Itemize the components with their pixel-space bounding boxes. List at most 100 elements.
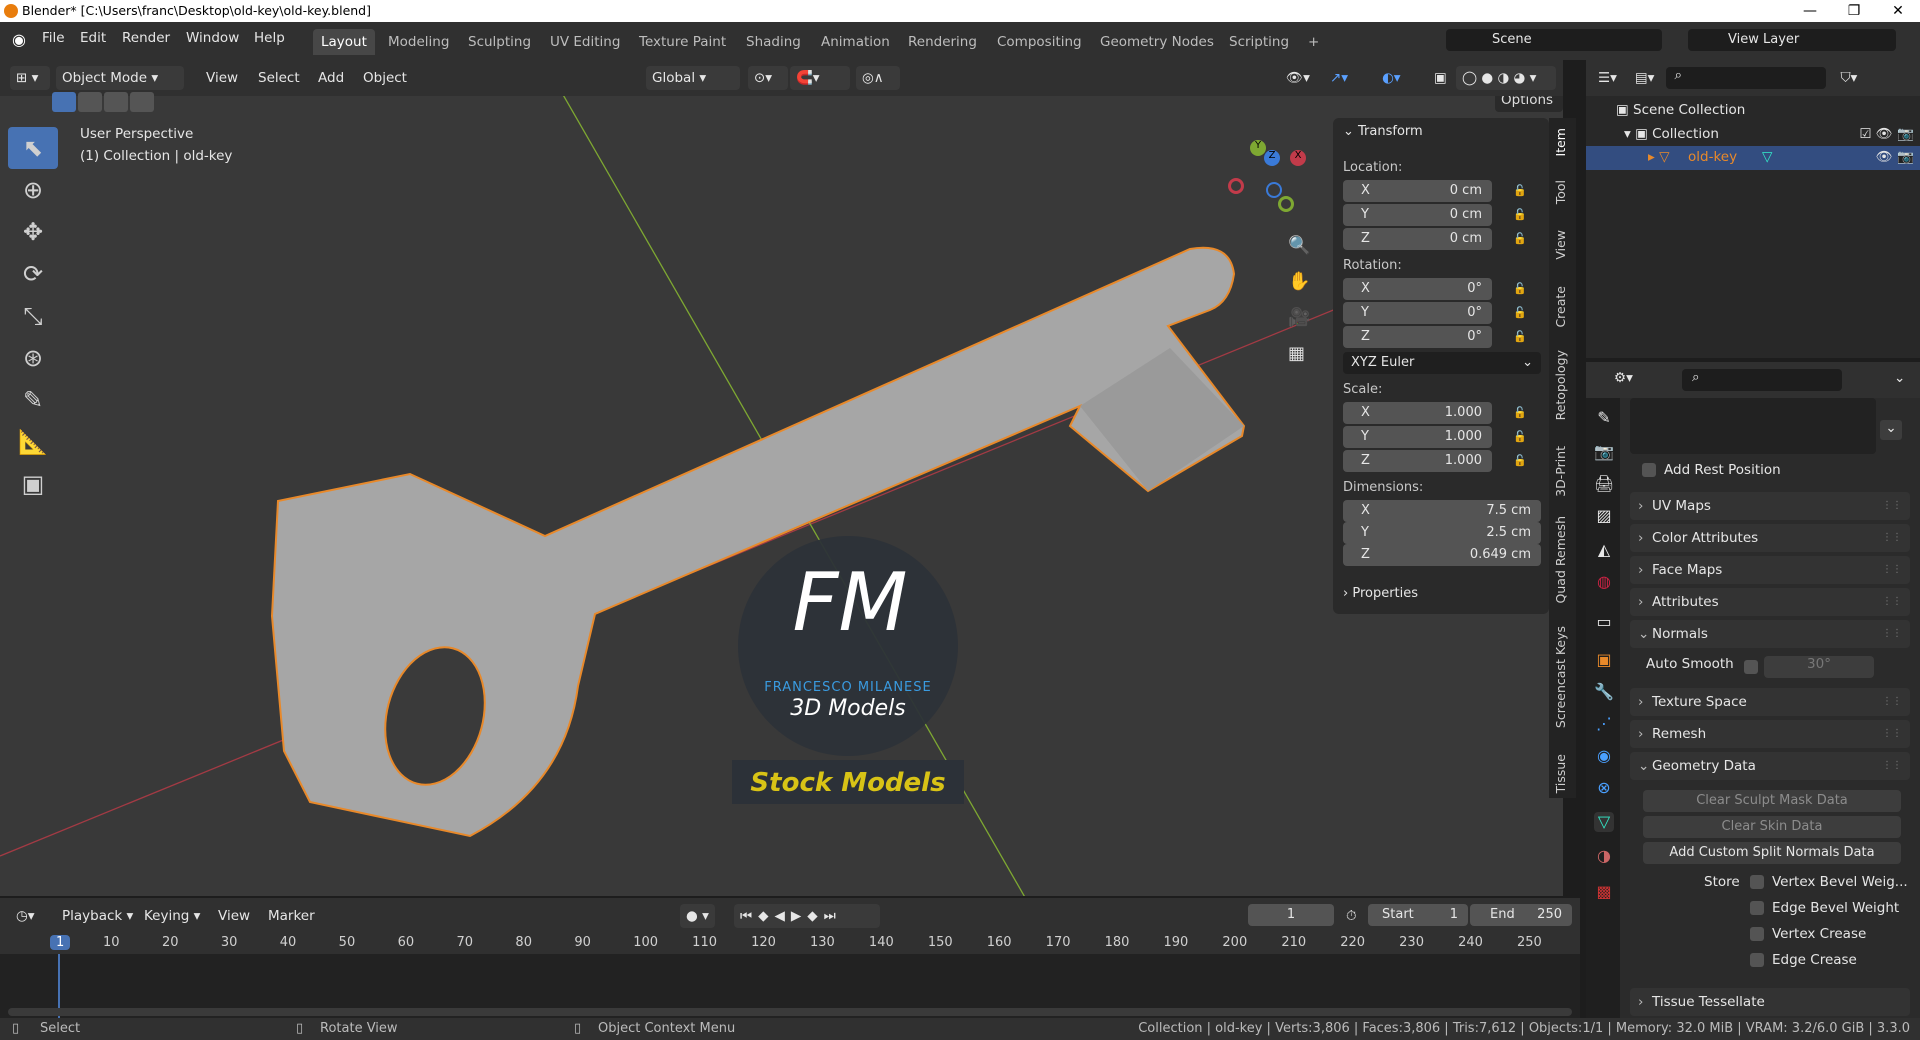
dimension-y-field[interactable]: Y 2.5 cm [1343,522,1541,544]
object-row-old-key[interactable]: ▸ ▽ old-key ▽ 👁 📷 [1586,146,1920,170]
current-frame-field[interactable]: 1 [1248,904,1334,926]
rotation-y-field[interactable]: Y 0° [1343,302,1492,324]
gizmo-x[interactable]: X [1290,150,1306,166]
select-new-icon[interactable] [52,92,76,112]
scale-y-field[interactable]: Y 1.000 [1343,426,1492,448]
tab-shading[interactable]: Shading [738,29,809,55]
face-maps-panel[interactable]: › Face Maps ⋮⋮ [1630,556,1910,584]
record-keyframe-icon[interactable]: ● ▾ [680,904,715,928]
gizmo-neg-x-icon[interactable] [1228,178,1244,194]
lock-icon[interactable]: 🔓 [1513,454,1531,470]
texture-props-icon[interactable]: ▩ [1594,882,1614,902]
render-props-icon[interactable]: 📷 [1594,442,1614,462]
outliner-search-input[interactable]: ⌕ [1666,67,1827,89]
tab-item[interactable]: Item [1553,128,1568,156]
select-extend-icon[interactable] [78,92,102,112]
select-box-tool-icon[interactable]: ⬉ [8,127,58,169]
lock-icon[interactable]: 🔓 [1513,406,1531,422]
menu-select[interactable]: Select [252,66,306,90]
properties-search-input[interactable]: ⌕ [1682,369,1842,391]
tab-view[interactable]: View [1553,230,1568,260]
add-workspace-button[interactable]: + [1300,29,1327,55]
dimension-x-field[interactable]: X 7.5 cm [1343,500,1541,522]
tab-layout[interactable]: Layout [313,29,375,55]
location-y-field[interactable]: Y 0 cm [1343,204,1492,226]
3d-viewport[interactable]: User Perspective (1) Collection | old-ke… [0,96,1563,896]
tab-tissue[interactable]: Tissue [1553,754,1568,793]
texture-space-panel[interactable]: › Texture Space ⋮⋮ [1630,688,1910,716]
pivot-icon[interactable]: ⊙▾ [748,66,788,90]
tab-tool[interactable]: Tool [1553,180,1568,204]
gizmo-y[interactable]: Y [1250,140,1266,156]
scene-props-icon[interactable]: ◭ [1594,540,1614,560]
rotate-tool-icon[interactable]: ⟳ [8,253,58,295]
timeline-editor-icon[interactable]: ◷▾ [10,904,41,928]
modifier-props-icon[interactable]: 🔧 [1594,682,1614,702]
color-attributes-panel[interactable]: › Color Attributes ⋮⋮ [1630,524,1910,552]
tab-geometry-nodes[interactable]: Geometry Nodes [1092,29,1222,55]
scale-tool-icon[interactable]: ⤡ [8,295,58,337]
menu-help[interactable]: Help [254,30,285,46]
start-frame-field[interactable]: Start 1 [1368,904,1468,926]
output-props-icon[interactable]: 🖨 [1594,474,1614,494]
transform-header[interactable]: ⌄ Transform [1343,124,1423,139]
gizmo-z[interactable]: Z [1264,150,1280,166]
shading-modes[interactable]: ◯ ● ◑ ◕ ▾ [1456,66,1556,90]
visibility-icon[interactable]: 👁▾ [1280,66,1316,90]
collection-props-icon[interactable]: ▭ [1594,612,1614,632]
rotation-x-field[interactable]: X 0° [1343,278,1492,300]
menu-render[interactable]: Render [122,30,170,46]
display-mode-icon[interactable]: ▤▾ [1635,70,1655,86]
gizmo-neg-z-icon[interactable] [1266,182,1282,198]
menu-object[interactable]: Object [357,66,413,90]
proportional-edit-icon[interactable]: ◎∧ [856,66,900,90]
collection-item[interactable]: ▾ ▣ Collection ☑ 👁 📷 [1624,126,1914,142]
tab-quad-remesh[interactable]: Quad Remesh [1553,516,1568,603]
edge-bevel-weight-checkbox[interactable]: Edge Bevel Weight [1750,900,1899,916]
edge-crease-checkbox[interactable]: Edge Crease [1750,952,1857,968]
timeline-view-menu[interactable]: View [212,904,256,928]
add-rest-position-checkbox[interactable]: Add Rest Position [1642,462,1781,478]
rotation-mode-dropdown[interactable]: XYZ Euler ⌄ [1343,352,1541,374]
overlay-toggle-icon[interactable]: ◐▾ [1376,66,1407,90]
frame-ruler[interactable]: 1 10 20 30 40 50 60 70 80 90 100 110 120 130 140 150 160… [0,932,1580,954]
geometry-data-panel[interactable]: ⌄ Geometry Data ⋮⋮ [1630,752,1910,780]
transform-tool-icon[interactable]: ⊛ [8,337,58,379]
uv-maps-panel[interactable]: › UV Maps ⋮⋮ [1630,492,1910,520]
location-x-field[interactable]: X 0 cm [1343,180,1492,202]
playback-controls[interactable]: ⏮◆◀▶◆⏭ [734,904,880,928]
options-dropdown[interactable]: Options ▾ [1495,96,1563,132]
menu-edit[interactable]: Edit [80,30,106,46]
properties-subpanel[interactable]: › Properties [1343,586,1418,601]
lock-icon[interactable]: 🔓 [1513,282,1531,298]
material-props-icon[interactable]: ◑ [1594,846,1614,866]
object-props-icon[interactable]: ▣ [1594,650,1614,670]
mode-dropdown[interactable]: Object Mode ▾ [56,66,184,90]
properties-editor-icon[interactable]: ⚙▾ [1614,370,1633,386]
world-props-icon[interactable]: ◍ [1594,572,1614,592]
annotate-tool-icon[interactable]: ✎ [8,379,58,421]
tab-rendering[interactable]: Rendering [900,29,985,55]
view-layer-props-icon[interactable]: ▨ [1594,506,1614,526]
add-custom-split-normals-button[interactable]: Add Custom Split Normals Data [1643,842,1901,864]
maximize-button[interactable]: ❐ [1832,0,1876,22]
tab-animation[interactable]: Animation [813,29,898,55]
minimize-button[interactable]: — [1788,0,1832,22]
view-layer-selector[interactable]: View Layer [1688,29,1896,51]
grid-view-icon[interactable]: ▦ [1288,336,1310,372]
marker-menu[interactable]: Marker [262,904,321,928]
gizmo-toggle-icon[interactable]: ↗▾ [1324,66,1354,90]
chevron-down-icon[interactable]: ⌄ [1880,420,1902,440]
lock-icon[interactable]: 🔓 [1513,306,1531,322]
move-tool-icon[interactable]: ✥ [8,211,58,253]
camera-icon[interactable]: 🎥 [1288,300,1310,336]
mesh-data-props-icon[interactable]: ▽ [1594,812,1614,832]
scale-z-field[interactable]: Z 1.000 [1343,450,1492,472]
constraints-props-icon[interactable]: ⊗ [1594,778,1614,798]
playback-menu[interactable]: Playback ▾ [56,904,139,928]
vertex-bevel-weight-checkbox[interactable]: Vertex Bevel Weig... [1750,874,1908,890]
tab-texture-paint[interactable]: Texture Paint [631,29,734,55]
rotation-z-field[interactable]: Z 0° [1343,326,1492,348]
menu-add[interactable]: Add [312,66,350,90]
tool-props-icon[interactable]: ✎ [1594,408,1614,428]
